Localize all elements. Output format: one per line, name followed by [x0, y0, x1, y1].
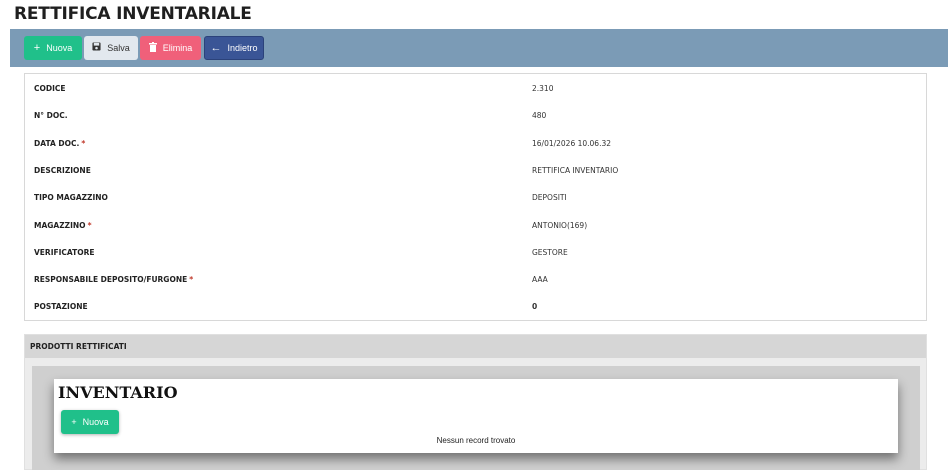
field-value: DEPOSITI: [532, 193, 567, 202]
field-value: GESTORE: [532, 248, 568, 257]
section-header: PRODOTTI RETTIFICATI: [25, 335, 926, 358]
field-label: RESPONSABILE DEPOSITO/FURGONE *: [34, 275, 194, 284]
save-button-label: Salva: [107, 43, 130, 53]
form-row-magazzino: MAGAZZINO * ANTONIO(169): [25, 221, 926, 235]
trash-icon: [148, 41, 157, 55]
required-mark: *: [189, 275, 194, 284]
field-label: POSTAZIONE: [34, 302, 88, 311]
field-label: DESCRIZIONE: [34, 166, 91, 175]
form-row-verificatore: VERIFICATORE GESTORE: [25, 248, 926, 262]
delete-button[interactable]: Elimina: [140, 36, 201, 60]
field-value: AAA: [532, 275, 548, 284]
page-title: RETTIFICA INVENTARIALE: [14, 4, 252, 24]
form-row-descrizione: DESCRIZIONE RETTIFICA INVENTARIO: [25, 166, 926, 180]
field-label: MAGAZZINO *: [34, 221, 92, 230]
field-value: 0: [532, 302, 538, 311]
field-value: ANTONIO(169): [532, 221, 588, 230]
field-label: CODICE: [34, 84, 66, 93]
empty-state-text: Nessun record trovato: [436, 436, 516, 445]
new-button-label: Nuova: [46, 43, 73, 53]
section-body: INVENTARIO + Nuova Nessun record trovato: [32, 366, 920, 470]
field-label: VERIFICATORE: [34, 248, 95, 257]
section-title: PRODOTTI RETTIFICATI: [30, 342, 127, 351]
arrow-left-icon: ←: [210, 41, 222, 54]
save-button[interactable]: Salva: [84, 36, 138, 60]
card-title: INVENTARIO: [58, 383, 178, 402]
back-button-label: Indietro: [227, 43, 258, 53]
document-form: CODICE 2.310 N° DOC. 480 DATA DOC. * 16/0…: [24, 73, 927, 321]
toolbar: + Nuova Salva Elimina ← Indietro: [10, 29, 948, 67]
form-row-postazione: POSTAZIONE 0: [25, 302, 926, 316]
products-section: PRODOTTI RETTIFICATI INVENTARIO + Nuova …: [24, 334, 927, 470]
form-row-data-doc: DATA DOC. * 16/01/2026 10.06.32: [25, 139, 926, 153]
card-new-button-label: Nuova: [82, 417, 109, 427]
back-button[interactable]: ← Indietro: [204, 36, 264, 60]
field-label: N° DOC.: [34, 111, 68, 120]
new-button[interactable]: + Nuova: [24, 36, 82, 60]
field-value: 16/01/2026 10.06.32: [532, 139, 612, 148]
form-row-codice: CODICE 2.310: [25, 84, 926, 98]
field-label: TIPO MAGAZZINO: [34, 193, 108, 202]
required-mark: *: [87, 221, 92, 230]
form-row-tipo-magazzino: TIPO MAGAZZINO DEPOSITI: [25, 193, 926, 207]
floppy-disk-icon: [92, 42, 101, 54]
field-value: 2.310: [532, 84, 554, 93]
field-label: DATA DOC. *: [34, 139, 86, 148]
field-value: RETTIFICA INVENTARIO: [532, 166, 619, 175]
form-row-n-doc: N° DOC. 480: [25, 111, 926, 125]
delete-button-label: Elimina: [162, 43, 193, 53]
required-mark: *: [81, 139, 86, 148]
inventory-card: INVENTARIO + Nuova Nessun record trovato: [54, 379, 898, 453]
field-value: 480: [532, 111, 547, 120]
form-row-responsabile: RESPONSABILE DEPOSITO/FURGONE * AAA: [25, 275, 926, 289]
plus-icon: +: [71, 417, 77, 427]
card-new-button[interactable]: + Nuova: [61, 410, 119, 434]
plus-icon: +: [33, 41, 41, 54]
